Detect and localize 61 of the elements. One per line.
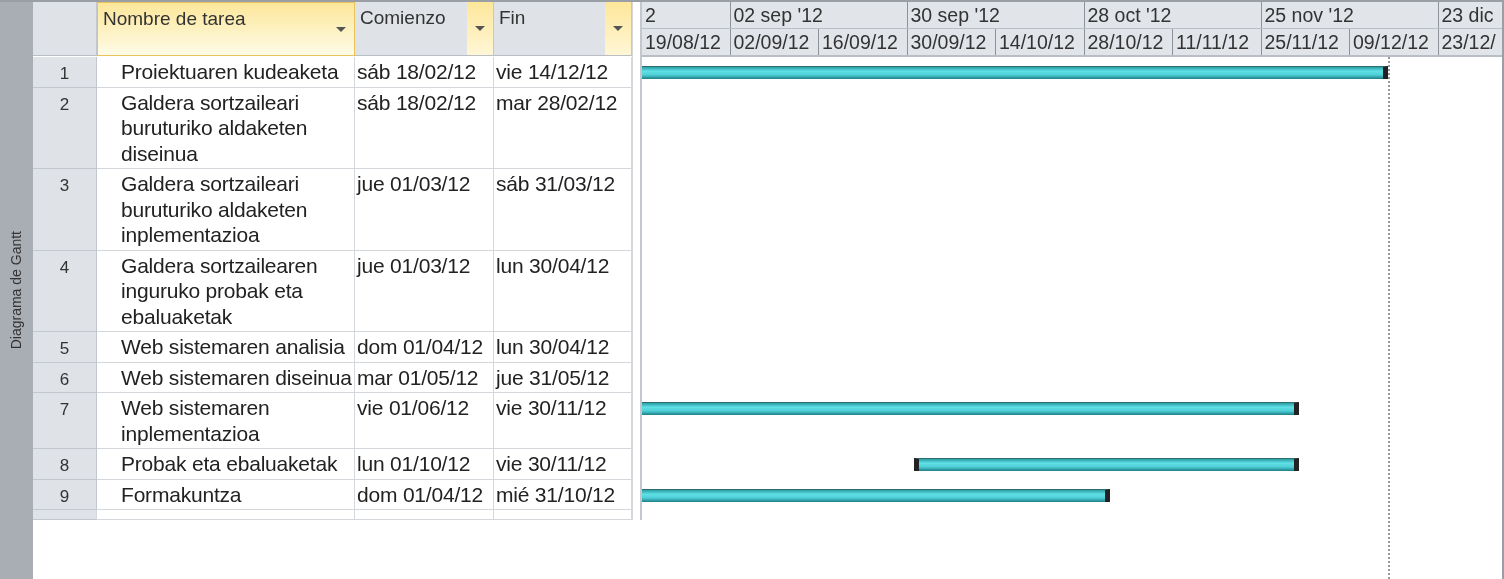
timescale-label: 25/11/12: [1261, 29, 1350, 55]
column-header[interactable]: Nombre de tarea: [97, 2, 355, 56]
task-name: Formakuntza: [97, 479, 355, 510]
dropdown-arrow-icon[interactable]: [613, 26, 623, 31]
row-number: 4: [33, 250, 97, 332]
timescale-label: 30/09/12: [907, 29, 996, 55]
timescale-label: 28 oct '12: [1084, 2, 1262, 28]
header-corner: [33, 2, 97, 56]
timescale-label: 11/11/12: [1173, 29, 1262, 55]
row-number: 9: [33, 479, 97, 510]
start-date: dom 01/04/12: [355, 479, 494, 510]
timescale-label: 23 dic: [1438, 2, 1502, 28]
task-name: Web sistemaren inplementazioa: [97, 393, 355, 449]
column-header[interactable]: Fin: [494, 2, 632, 56]
finish-date: lun 30/04/12: [494, 250, 632, 332]
view-label[interactable]: Diagrama de Gantt: [6, 231, 27, 350]
timescale-label: 09/12/12: [1350, 29, 1439, 55]
task-name: Web sistemaren diseinua: [97, 362, 355, 393]
row-number: 2: [33, 87, 97, 169]
finish-date: sáb 31/03/12: [494, 169, 632, 251]
task-name: Proiektuaren kudeaketa: [97, 57, 355, 88]
timescale-label: 02/09/12: [730, 29, 819, 55]
row-number: 7: [33, 393, 97, 449]
timescale-label: 2: [642, 2, 731, 28]
start-date: sáb 18/02/12: [355, 57, 494, 88]
row-number: 5: [33, 332, 97, 363]
start-date: sáb 18/02/12: [355, 87, 494, 169]
task-name: Galdera sortzailearen inguruko probak eta ebaluaketak: [97, 250, 355, 332]
task-name: Galdera sortzaileari buruturiko aldaketen diseinua: [97, 87, 355, 169]
finish-date: vie 14/12/12: [494, 57, 632, 88]
row-number: 8: [33, 449, 97, 480]
timescale-label: 16/09/12: [819, 29, 908, 55]
timescale-label: 25 nov '12: [1261, 2, 1439, 28]
timescale-label: 19/08/12: [642, 29, 731, 55]
task-name: Web sistemaren analisia: [97, 332, 355, 363]
finish-date: mié 31/10/12: [494, 479, 632, 510]
finish-date: lun 30/04/12: [494, 332, 632, 363]
start-date: dom 01/04/12: [355, 332, 494, 363]
task-name: Galdera sortzaileari buruturiko aldaketen inplementazioa: [97, 169, 355, 251]
task-name: Probak eta ebaluaketak: [97, 449, 355, 480]
finish-date: jue 31/05/12: [494, 362, 632, 393]
column-header[interactable]: Comienzo: [355, 2, 494, 56]
row-number: 6: [33, 362, 97, 393]
timescale-label: 23/12/: [1438, 29, 1502, 55]
timescale-label: 30 sep '12: [907, 2, 1085, 28]
empty-cell: [33, 510, 97, 520]
dropdown-arrow-icon[interactable]: [336, 26, 346, 32]
timescale-label: 28/10/12: [1084, 29, 1173, 55]
row-number: 3: [33, 169, 97, 251]
row-number: 1: [33, 57, 97, 88]
finish-date: mar 28/02/12: [494, 87, 632, 169]
finish-date: vie 30/11/12: [494, 393, 632, 449]
finish-date: vie 30/11/12: [494, 449, 632, 480]
start-date: mar 01/05/12: [355, 362, 494, 393]
start-date: jue 01/03/12: [355, 250, 494, 332]
timescale-label: 02 sep '12: [730, 2, 908, 28]
start-date: vie 01/06/12: [355, 393, 494, 449]
timescale-label: 14/10/12: [996, 29, 1085, 55]
start-date: lun 01/10/12: [355, 449, 494, 480]
start-date: jue 01/03/12: [355, 169, 494, 251]
dropdown-arrow-icon[interactable]: [475, 26, 485, 31]
